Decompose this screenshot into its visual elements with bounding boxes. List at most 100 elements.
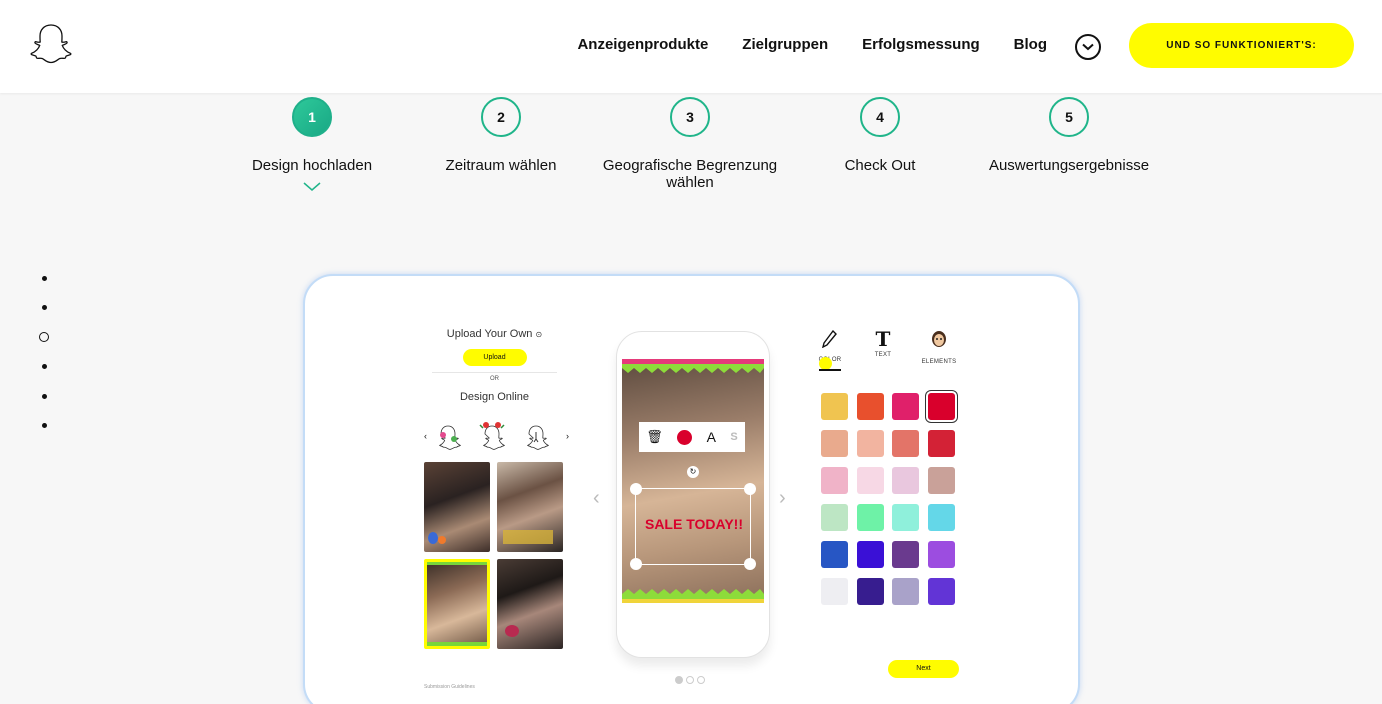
color-swatch[interactable] — [856, 504, 884, 531]
color-swatch[interactable] — [856, 430, 884, 457]
step-1-label: Design hochladen — [251, 157, 373, 174]
resize-handle[interactable] — [744, 483, 756, 495]
sticker-text[interactable]: SALE TODAY!! — [626, 516, 762, 532]
how-it-works-button[interactable]: UND SO FUNKTIONIERT'S: — [1129, 23, 1354, 68]
info-icon[interactable]: ⊙ — [535, 330, 542, 339]
slide-bullet-active[interactable] — [38, 331, 50, 343]
nav-blog[interactable]: Blog — [1014, 36, 1047, 53]
sticker-toolbar: 🗑 A S — [639, 422, 745, 452]
upload-button[interactable]: Upload — [462, 349, 527, 366]
resize-handle[interactable] — [744, 558, 756, 570]
step-5[interactable]: 5 Auswertungsergebnisse — [969, 97, 1169, 174]
color-swatch[interactable] — [821, 504, 848, 531]
text-tool-button[interactable]: A — [707, 429, 716, 445]
ghost-template-icon[interactable] — [521, 423, 551, 451]
color-swatch[interactable] — [856, 467, 884, 494]
step-4[interactable]: 4 Check Out — [780, 97, 980, 174]
tool-elements-label: ELEMENTS — [921, 359, 957, 365]
color-swatch[interactable] — [892, 430, 919, 457]
color-swatch[interactable] — [927, 541, 955, 568]
color-swatch[interactable] — [856, 541, 884, 568]
color-swatch[interactable] — [821, 430, 848, 457]
frame-top-border — [622, 359, 764, 373]
preview-pager — [675, 676, 705, 684]
text-t-icon: T — [875, 327, 891, 351]
step-5-number[interactable]: 5 — [1049, 97, 1089, 137]
resize-handle[interactable] — [630, 483, 642, 495]
pager-dot[interactable] — [697, 676, 705, 684]
color-swatch[interactable] — [892, 393, 919, 420]
active-step-chevron-icon — [303, 182, 321, 191]
nav-erfolgsmessung[interactable]: Erfolgsmessung — [862, 36, 980, 53]
trash-icon[interactable]: 🗑 — [646, 429, 663, 445]
slide-bullet[interactable] — [38, 361, 50, 373]
color-swatch[interactable] — [856, 578, 884, 605]
color-swatch[interactable] — [927, 578, 955, 605]
next-button[interactable]: Next — [888, 660, 959, 678]
template-thumbnail[interactable] — [424, 462, 490, 552]
color-swatch[interactable] — [821, 467, 848, 494]
color-swatch[interactable] — [892, 504, 919, 531]
main-nav: Anzeigenprodukte Zielgruppen Erfolgsmess… — [577, 36, 1047, 53]
rotate-handle-icon[interactable]: ↻ — [687, 466, 699, 478]
pager-dot[interactable] — [686, 676, 694, 684]
step-1[interactable]: 1 Design hochladen — [212, 97, 412, 174]
slide-bullet[interactable] — [38, 302, 50, 314]
frame-bottom-border — [622, 589, 764, 603]
step-2[interactable]: 2 Zeitraum wählen — [401, 97, 601, 174]
template-thumbnail-selected[interactable] — [424, 559, 490, 649]
color-swatch[interactable] — [892, 541, 919, 568]
snap-icon[interactable]: S — [730, 431, 737, 443]
preview-next-arrow-icon[interactable]: › — [779, 487, 786, 510]
step-5-label: Auswertungsergebnisse — [988, 157, 1150, 174]
color-swatch[interactable] — [925, 391, 957, 422]
nav-zielgruppen[interactable]: Zielgruppen — [742, 36, 828, 53]
slide-bullets — [38, 272, 50, 449]
sticker-selection-box[interactable]: ↻ SALE TODAY!! — [630, 466, 756, 570]
pencil-icon — [821, 329, 837, 349]
top-header: Anzeigenprodukte Zielgruppen Erfolgsmess… — [0, 0, 1382, 93]
template-thumbnail[interactable] — [497, 559, 563, 649]
step-2-number[interactable]: 2 — [481, 97, 521, 137]
preview-prev-arrow-icon[interactable]: ‹ — [593, 487, 600, 510]
color-swatch[interactable] — [856, 393, 884, 420]
step-3-number[interactable]: 3 — [670, 97, 710, 137]
resize-handle[interactable] — [630, 558, 642, 570]
bitmoji-icon — [932, 331, 946, 347]
active-tool-underline — [819, 369, 841, 371]
tool-color[interactable]: COLOR — [805, 329, 855, 371]
color-swatch[interactable] — [821, 541, 848, 568]
step-1-number[interactable]: 1 — [292, 97, 332, 137]
tool-elements[interactable]: ELEMENTS — [914, 330, 964, 365]
phone-screen: 🗑 A S ↻ SALE TODAY!! — [622, 359, 764, 603]
color-swatch[interactable] — [821, 578, 848, 605]
color-swatch[interactable] — [927, 504, 955, 531]
step-3[interactable]: 3 Geografische Begrenzung wählen — [590, 97, 790, 191]
slide-bullet[interactable] — [38, 420, 50, 432]
step-4-number[interactable]: 4 — [860, 97, 900, 137]
nav-anzeigenprodukte[interactable]: Anzeigenprodukte — [577, 36, 708, 53]
color-swatch[interactable] — [927, 467, 955, 494]
chevron-right-icon[interactable]: › — [566, 431, 569, 441]
color-swatch[interactable] — [892, 578, 919, 605]
ghost-template-icon[interactable] — [433, 423, 463, 451]
nav-more-chevron-down-icon[interactable] — [1075, 34, 1101, 60]
color-dot-icon[interactable] — [677, 429, 693, 445]
pager-dot[interactable] — [675, 676, 683, 684]
color-swatch[interactable] — [892, 467, 919, 494]
color-swatch[interactable] — [821, 393, 848, 420]
ghost-template-icon[interactable] — [477, 420, 507, 450]
chevron-left-icon[interactable]: ‹ — [424, 431, 427, 441]
snapchat-ghost-logo-icon[interactable] — [27, 23, 75, 67]
slide-bullet[interactable] — [38, 272, 50, 284]
step-2-label: Zeitraum wählen — [445, 157, 557, 174]
slide-bullet[interactable] — [38, 390, 50, 402]
template-thumbnail[interactable] — [497, 462, 563, 552]
tool-text[interactable]: T TEXT — [858, 327, 908, 358]
color-swatch[interactable] — [927, 430, 955, 457]
or-divider: OR — [432, 372, 557, 382]
template-ghost-row: ‹ › — [422, 420, 572, 451]
phone-preview: 🗑 A S ↻ SALE TODAY!! — [616, 331, 770, 658]
submission-guidelines-link[interactable]: Submission Guidelines — [424, 684, 475, 690]
design-online-title: Design Online — [459, 391, 530, 403]
